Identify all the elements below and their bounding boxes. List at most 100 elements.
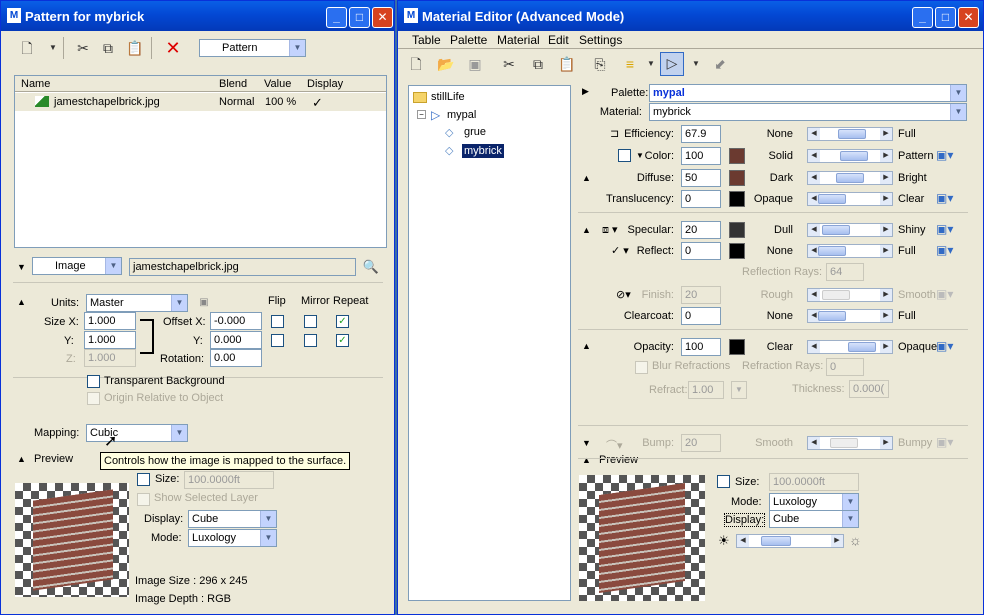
col-blend[interactable]: Blend: [219, 78, 247, 90]
dropdown-arrow-icon[interactable]: ▼: [686, 54, 706, 74]
slider-thumb[interactable]: [822, 290, 850, 300]
mode-dropdown[interactable]: Luxology ▼: [769, 493, 859, 511]
material-dropdown[interactable]: mybrick ▼: [649, 103, 967, 121]
slider-right-arrow-icon[interactable]: ▶: [880, 193, 892, 205]
clearcoat-slider[interactable]: ◀ ▶: [807, 309, 893, 323]
color-dropdown-icon[interactable]: ▼: [636, 151, 644, 160]
tree-palette[interactable]: mypal: [447, 109, 476, 121]
size-y-input[interactable]: 1.000: [84, 331, 136, 349]
image-file-field[interactable]: jamestchapelbrick.jpg: [129, 258, 356, 276]
opacity-texture-icon[interactable]: ▣▾: [936, 339, 953, 353]
minimize-button[interactable]: _: [912, 7, 933, 28]
light-bright-icon[interactable]: ☼: [849, 532, 862, 548]
diffuse-input[interactable]: 50: [681, 169, 721, 187]
efficiency-input[interactable]: 67.9: [681, 125, 721, 143]
specular-swatch[interactable]: [729, 222, 745, 238]
slider-left-arrow-icon[interactable]: ◀: [737, 535, 749, 547]
diffuse-swatch[interactable]: [729, 170, 745, 186]
color-checkbox[interactable]: [618, 149, 631, 162]
slider-thumb[interactable]: [761, 536, 791, 546]
offset-x-input[interactable]: -0.000: [210, 312, 262, 330]
collapse-arrow-icon[interactable]: ▲: [582, 341, 591, 351]
slider-right-arrow-icon[interactable]: ▶: [880, 289, 892, 301]
efficiency-slider[interactable]: ◀ ▶: [807, 127, 893, 141]
cut-icon[interactable]: ✂: [73, 38, 93, 58]
size-checkbox[interactable]: [137, 473, 150, 486]
slider-thumb[interactable]: [818, 311, 846, 321]
palette-dropdown[interactable]: mypal ▼: [649, 84, 967, 102]
title-bar[interactable]: M Material Editor (Advanced Mode) _ □ ✕: [398, 1, 983, 31]
dropdown-arrow-icon[interactable]: ▼: [43, 38, 63, 58]
rotation-input[interactable]: 0.00: [210, 349, 262, 367]
copy-icon[interactable]: ⧉: [528, 54, 548, 74]
slider-left-arrow-icon[interactable]: ◀: [808, 224, 820, 236]
slider-right-arrow-icon[interactable]: ▶: [880, 128, 892, 140]
slider-left-arrow-icon[interactable]: ◀: [808, 437, 820, 449]
close-button[interactable]: ✕: [958, 7, 979, 28]
slider-left-arrow-icon[interactable]: ◀: [808, 341, 820, 353]
display-dropdown[interactable]: Cube ▼: [188, 510, 277, 528]
collapse-arrow-icon[interactable]: ▲: [17, 297, 26, 307]
close-button[interactable]: ✕: [372, 7, 393, 28]
slider-right-arrow-icon[interactable]: ▶: [880, 245, 892, 257]
image-type-dropdown[interactable]: Image ▼: [32, 257, 122, 275]
transparent-bg-checkbox[interactable]: [87, 375, 100, 388]
finish-texture-icon[interactable]: ▣▾: [936, 287, 953, 301]
light-slider[interactable]: ◀ ▶: [736, 534, 844, 548]
slider-thumb[interactable]: [822, 225, 850, 235]
collapse-arrow-icon[interactable]: ▼: [582, 438, 591, 448]
maximize-button[interactable]: □: [349, 7, 370, 28]
units-dropdown[interactable]: Master ▼: [86, 294, 188, 312]
specular-slider[interactable]: ◀ ▶: [807, 223, 893, 237]
collapse-arrow-icon[interactable]: ▲: [17, 454, 26, 464]
lock-icon[interactable]: ⊐: [610, 127, 619, 140]
slider-thumb[interactable]: [830, 438, 858, 448]
size-x-input[interactable]: 1.000: [84, 312, 136, 330]
select-icon[interactable]: ▷: [660, 52, 684, 76]
mirror-x-checkbox[interactable]: [304, 315, 317, 328]
reflect-icon[interactable]: ✓ ▾: [611, 244, 629, 257]
delete-icon[interactable]: ✕: [163, 38, 183, 58]
open-icon[interactable]: 📂: [436, 54, 456, 74]
mirror-y-checkbox[interactable]: [304, 334, 317, 347]
translucency-slider[interactable]: ◀ ▶: [807, 192, 893, 206]
repeat-y-checkbox[interactable]: ✓: [336, 334, 349, 347]
paste-icon[interactable]: 📋: [125, 38, 145, 58]
title-bar[interactable]: M Pattern for mybrick _ □ ✕: [1, 1, 394, 31]
layers-icon[interactable]: ≡: [620, 54, 640, 74]
col-name[interactable]: Name: [21, 78, 50, 90]
row-display[interactable]: ✓: [312, 95, 323, 111]
slider-left-arrow-icon[interactable]: ◀: [808, 150, 820, 162]
slider-left-arrow-icon[interactable]: ◀: [808, 172, 820, 184]
lock-icon[interactable]: ▣: [194, 293, 214, 313]
color-slider[interactable]: ◀ ▶: [807, 149, 893, 163]
cut-icon[interactable]: ✂: [499, 54, 519, 74]
assign-icon[interactable]: ⬋: [710, 54, 730, 74]
slider-right-arrow-icon[interactable]: ▶: [880, 437, 892, 449]
diffuse-slider[interactable]: ◀ ▶: [807, 171, 893, 185]
flip-y-checkbox[interactable]: [271, 334, 284, 347]
menu-settings[interactable]: Settings: [579, 33, 622, 47]
slider-right-arrow-icon[interactable]: ▶: [880, 341, 892, 353]
specular-input[interactable]: 20: [681, 221, 721, 239]
pattern-type-dropdown[interactable]: Pattern ▼: [199, 39, 306, 57]
opacity-input[interactable]: 100: [681, 338, 721, 356]
maximize-button[interactable]: □: [935, 7, 956, 28]
tree-item-grue[interactable]: grue: [464, 126, 486, 138]
specular-icon[interactable]: ⧈ ▾: [602, 223, 618, 237]
slider-thumb[interactable]: [840, 151, 868, 161]
finish-icon[interactable]: ⊘▾: [616, 288, 631, 301]
color-swatch[interactable]: [729, 148, 745, 164]
duplicate-icon[interactable]: ⎘: [590, 54, 610, 74]
offset-y-input[interactable]: 0.000: [210, 331, 262, 349]
flip-x-checkbox[interactable]: [271, 315, 284, 328]
reflect-slider[interactable]: ◀ ▶: [807, 244, 893, 258]
new-icon[interactable]: 🗋: [406, 54, 426, 74]
expand-icon[interactable]: −: [417, 110, 426, 119]
repeat-x-checkbox[interactable]: ✓: [336, 315, 349, 328]
translucency-texture-icon[interactable]: ▣▾: [936, 191, 953, 205]
menu-palette[interactable]: Palette: [450, 33, 487, 47]
paste-icon[interactable]: 📋: [557, 54, 577, 74]
mapping-dropdown[interactable]: Cubic ▼: [86, 424, 188, 442]
save-icon[interactable]: ▣: [465, 54, 485, 74]
